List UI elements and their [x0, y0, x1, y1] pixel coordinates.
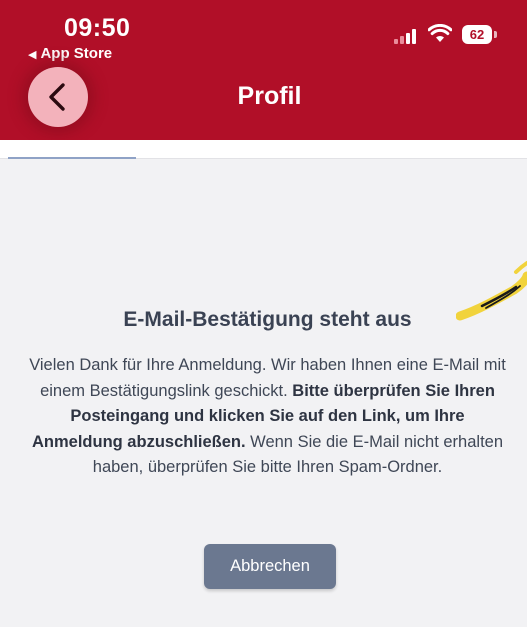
battery-icon: 62 [462, 25, 492, 44]
status-bar: 09:50 ◀ App Store 62 [0, 0, 527, 62]
back-triangle-icon: ◀ [28, 49, 37, 61]
verification-message: Vielen Dank für Ihre Anmeldung. Wir habe… [28, 353, 507, 481]
app-header: 09:50 ◀ App Store 62 Profil [0, 0, 527, 140]
status-time: 09:50 [64, 14, 131, 42]
battery-tip [494, 31, 497, 38]
tab-indicator [8, 157, 136, 159]
wifi-icon [428, 24, 452, 42]
verification-heading: E-Mail-Bestätigung steht aus [123, 308, 412, 331]
highlighter-scribble [456, 261, 527, 321]
page-title: Profil [237, 82, 302, 110]
verification-panel: E-Mail-Bestätigung steht aus Vielen Dank… [8, 160, 527, 627]
cellular-signal-icon [394, 28, 416, 44]
back-to-app-label: App Store [40, 45, 113, 62]
cancel-button[interactable]: Abbrechen [204, 544, 336, 589]
back-to-app-store-link[interactable]: ◀ App Store [28, 45, 112, 62]
